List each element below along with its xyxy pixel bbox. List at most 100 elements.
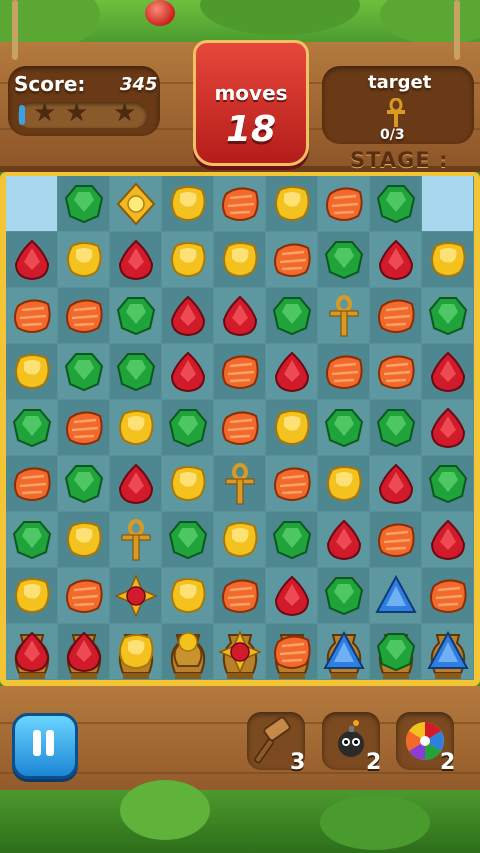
empty-cell [422, 176, 473, 231]
board-cell[interactable] [370, 400, 421, 455]
board-cell[interactable] [266, 624, 317, 679]
board-cell[interactable] [266, 512, 317, 567]
board-grid [6, 176, 474, 680]
board-cell[interactable] [6, 456, 57, 511]
board-cell[interactable] [110, 624, 161, 679]
board-cell[interactable] [214, 232, 265, 287]
score-label: Score: [14, 72, 86, 96]
board-cell[interactable] [370, 176, 421, 231]
topaz-gem-icon [170, 577, 206, 613]
board-cell[interactable] [58, 568, 109, 623]
board-cell[interactable] [318, 400, 369, 455]
ruby-gem-icon [430, 519, 465, 560]
board-cell[interactable] [422, 512, 473, 567]
board-cell[interactable] [214, 512, 265, 567]
board-cell[interactable] [214, 344, 265, 399]
board-cell[interactable] [6, 568, 57, 623]
board-cell[interactable] [58, 624, 109, 679]
board-cell[interactable] [162, 624, 213, 679]
board-cell[interactable] [214, 400, 265, 455]
board-cell[interactable] [110, 344, 161, 399]
board-cell[interactable] [266, 400, 317, 455]
pause-button[interactable] [12, 713, 78, 779]
board-cell[interactable] [370, 568, 421, 623]
board-cell[interactable] [6, 288, 57, 343]
board-cell[interactable] [110, 456, 161, 511]
board-cell[interactable] [318, 232, 369, 287]
board-cell[interactable] [110, 288, 161, 343]
board-cell[interactable] [318, 512, 369, 567]
board-cell[interactable] [422, 232, 473, 287]
board-cell[interactable] [266, 456, 317, 511]
moves-banner: moves 18 [193, 40, 309, 166]
board-cell[interactable] [370, 232, 421, 287]
rope-decoration [12, 0, 18, 60]
emerald-gem-icon [116, 296, 155, 335]
board-cell[interactable] [370, 624, 421, 679]
board-cell[interactable] [162, 512, 213, 567]
emerald-gem-icon [12, 520, 51, 559]
board-cell[interactable] [318, 344, 369, 399]
board-cell[interactable] [214, 624, 265, 679]
board-cell[interactable] [318, 624, 369, 679]
board-cell[interactable] [370, 344, 421, 399]
gold-diamond-special-gem-icon [116, 182, 155, 225]
topaz-gem-icon [170, 241, 206, 277]
board-cell[interactable] [318, 176, 369, 231]
board-cell[interactable] [370, 456, 421, 511]
board-cell[interactable] [422, 400, 473, 455]
board-cell[interactable] [266, 288, 317, 343]
board-cell[interactable] [422, 456, 473, 511]
board-cell[interactable] [214, 288, 265, 343]
board-cell[interactable] [422, 624, 473, 679]
board-cell[interactable] [162, 344, 213, 399]
board-cell[interactable] [318, 456, 369, 511]
board-cell[interactable] [6, 624, 57, 679]
board-cell[interactable] [266, 344, 317, 399]
board-cell[interactable] [214, 176, 265, 231]
color-wheel-count: 2 [440, 750, 456, 775]
board-cell[interactable] [266, 232, 317, 287]
board-cell[interactable] [58, 176, 109, 231]
board-cell[interactable] [6, 400, 57, 455]
topaz-gem-icon [430, 241, 466, 277]
ruby-gem-icon [118, 239, 153, 280]
board-cell[interactable] [162, 456, 213, 511]
board-cell[interactable] [162, 400, 213, 455]
ruby-gem-icon [170, 351, 205, 392]
board-cell[interactable] [214, 456, 265, 511]
board-cell[interactable] [266, 176, 317, 231]
topaz-gem-icon [118, 633, 154, 669]
board-cell[interactable] [162, 288, 213, 343]
board-cell[interactable] [162, 176, 213, 231]
leaf-decoration [320, 795, 430, 850]
board-cell[interactable] [6, 232, 57, 287]
board-cell[interactable] [162, 568, 213, 623]
board-cell[interactable] [110, 512, 161, 567]
board-cell[interactable] [110, 176, 161, 231]
board-cell[interactable] [58, 456, 109, 511]
board-cell[interactable] [58, 400, 109, 455]
topaz-gem-icon [66, 241, 102, 277]
board-cell[interactable] [110, 232, 161, 287]
board-cell[interactable] [6, 344, 57, 399]
board-cell[interactable] [110, 568, 161, 623]
board-cell[interactable] [266, 568, 317, 623]
board-cell[interactable] [214, 568, 265, 623]
pause-icon [33, 730, 41, 756]
board-cell[interactable] [58, 512, 109, 567]
ankh-icon [387, 98, 405, 127]
board-cell[interactable] [58, 344, 109, 399]
board-cell[interactable] [58, 288, 109, 343]
board-cell[interactable] [6, 512, 57, 567]
board-cell[interactable] [110, 400, 161, 455]
board-cell[interactable] [318, 288, 369, 343]
board-cell[interactable] [370, 288, 421, 343]
board-cell[interactable] [58, 232, 109, 287]
board-cell[interactable] [422, 288, 473, 343]
board-cell[interactable] [370, 512, 421, 567]
board-cell[interactable] [318, 568, 369, 623]
board-cell[interactable] [422, 568, 473, 623]
board-cell[interactable] [162, 232, 213, 287]
board-cell[interactable] [422, 344, 473, 399]
